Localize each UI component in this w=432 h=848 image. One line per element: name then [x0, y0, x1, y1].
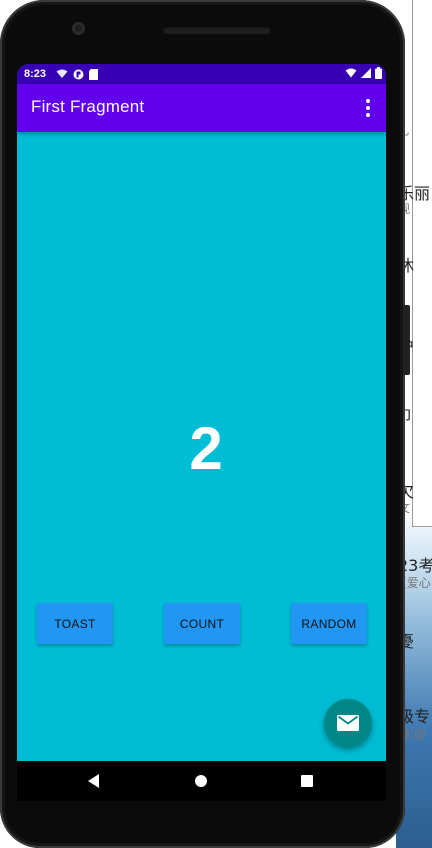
- power-button: [403, 305, 410, 375]
- email-fab[interactable]: [324, 699, 372, 747]
- app-bar-title: First Fragment: [31, 97, 145, 116]
- recents-square-icon[interactable]: [301, 775, 313, 787]
- toast-button[interactable]: TOAST: [37, 603, 113, 644]
- back-triangle-icon[interactable]: [88, 774, 99, 788]
- wifi-question-icon: [56, 69, 68, 78]
- count-button[interactable]: COUNT: [164, 603, 240, 644]
- count-display: 2: [189, 415, 223, 482]
- random-button[interactable]: RANDOM: [291, 603, 367, 644]
- navigation-bar: [17, 761, 386, 801]
- wifi-icon: [345, 68, 357, 78]
- sd-card-icon: [89, 68, 99, 80]
- phone-frame: 8:23 First Fragment 2 TOAST COUNT RANDOM: [0, 0, 410, 848]
- device-screen: 8:23 First Fragment 2 TOAST COUNT RANDOM: [17, 64, 386, 801]
- earpiece-speaker: [163, 26, 271, 34]
- app-bar: First Fragment: [17, 84, 386, 132]
- status-bar: 8:23: [17, 64, 386, 84]
- battery-icon: [375, 67, 382, 79]
- front-camera-icon: [72, 22, 85, 35]
- app-notification-icon: [73, 69, 84, 79]
- email-icon: [337, 715, 359, 731]
- more-vert-icon[interactable]: [356, 96, 380, 120]
- home-circle-icon[interactable]: [195, 775, 207, 787]
- cell-signal-icon: [361, 68, 371, 78]
- status-time: 8:23: [24, 68, 47, 80]
